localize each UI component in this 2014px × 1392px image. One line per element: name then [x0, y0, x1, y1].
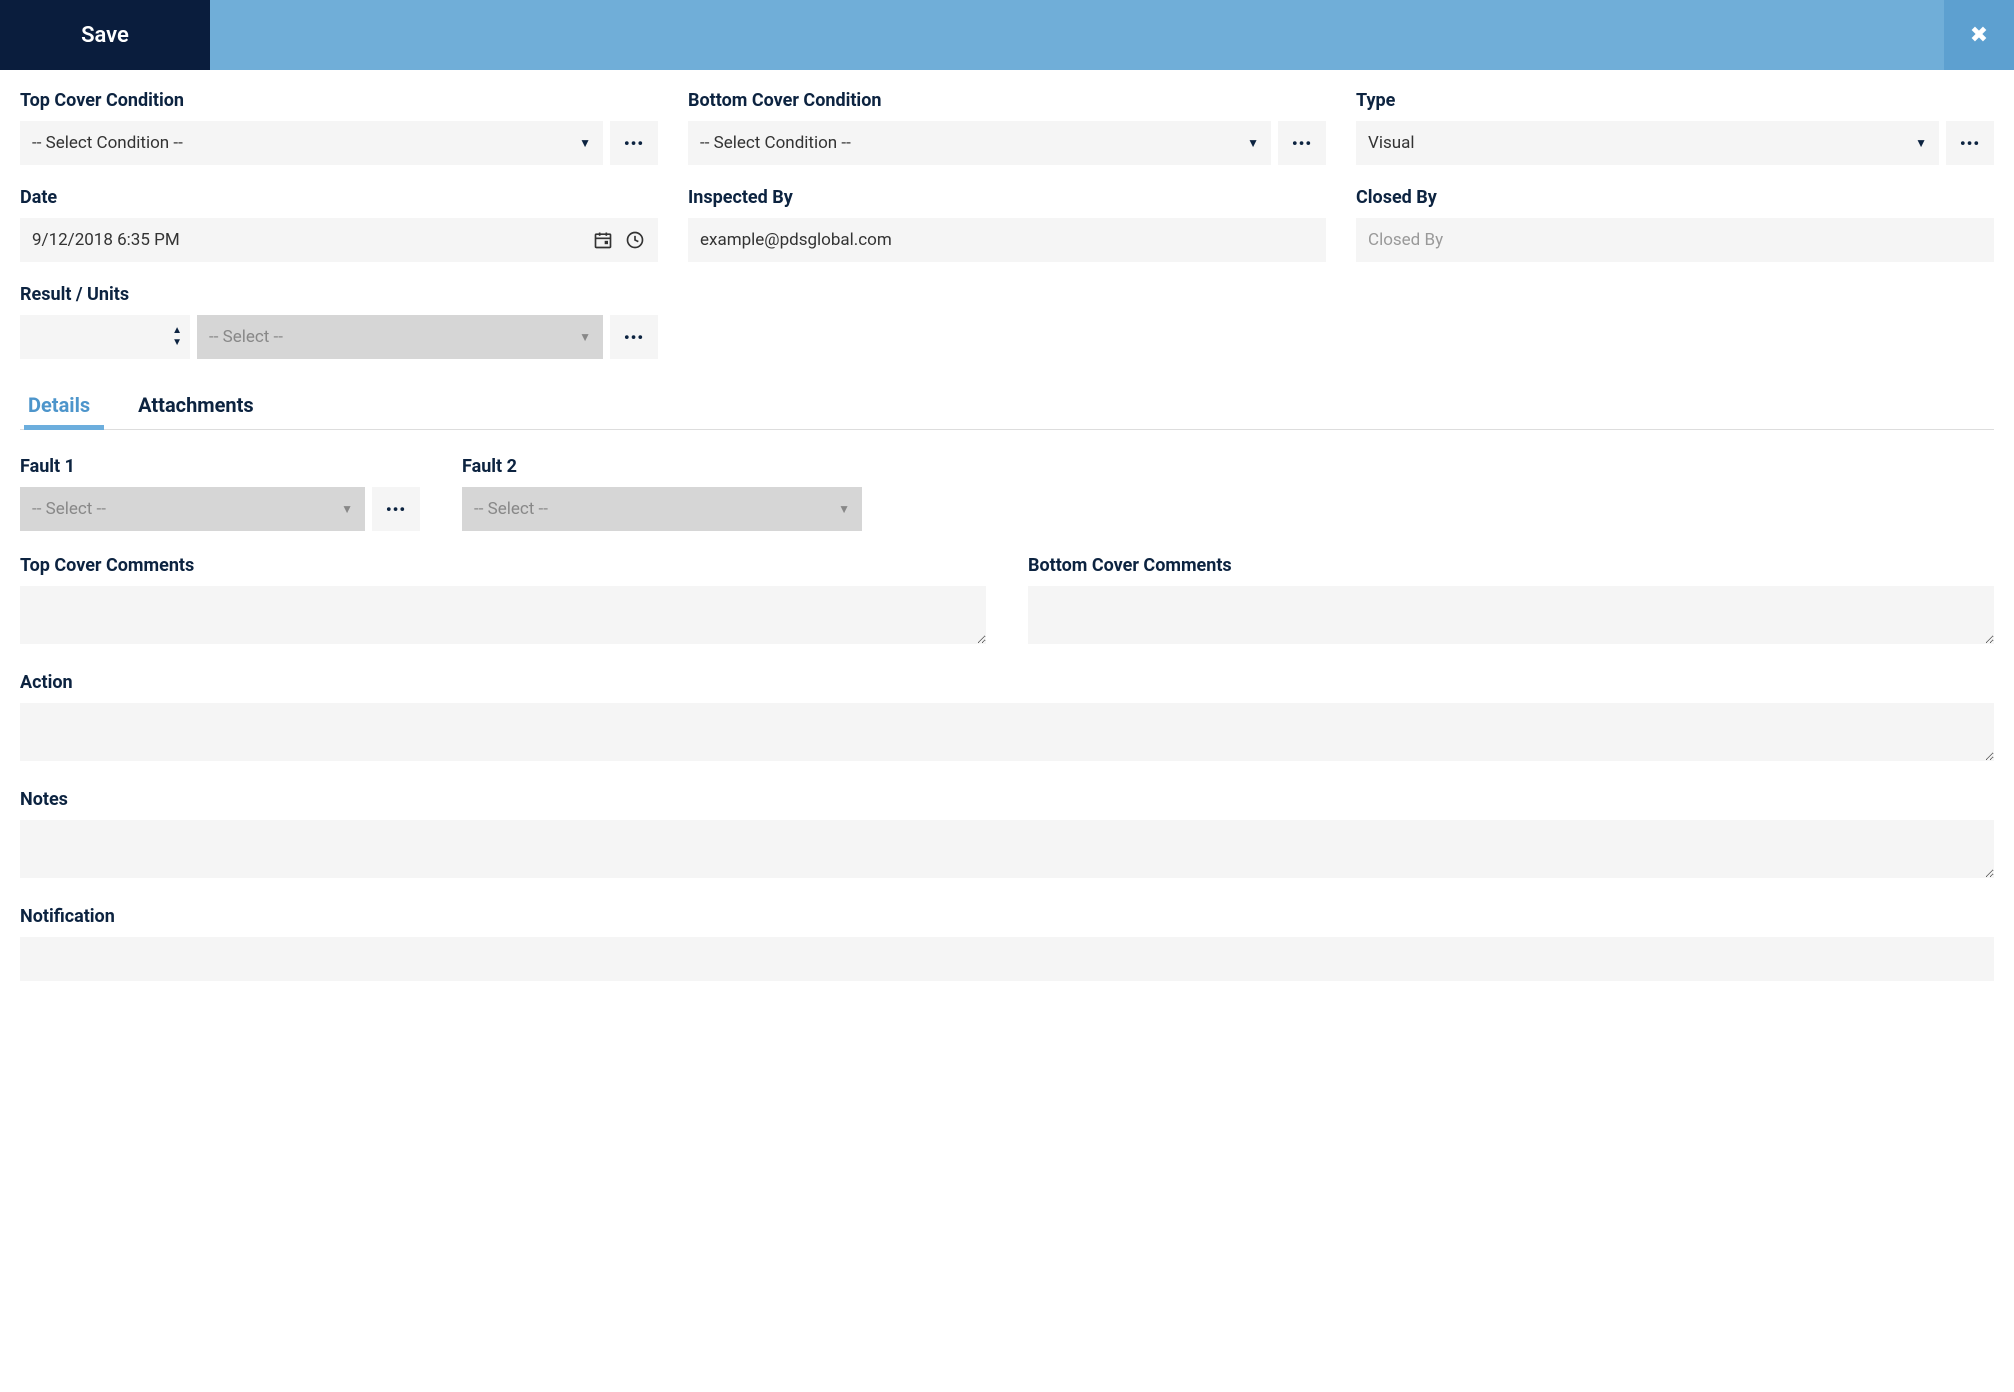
save-label: Save: [81, 23, 129, 48]
action-label: Action: [20, 672, 1994, 693]
type-more-button[interactable]: •••: [1946, 121, 1994, 165]
ellipsis-icon: •••: [386, 500, 406, 519]
select-value: -- Select Condition --: [32, 133, 579, 153]
field-inspected-by: Inspected By example@pdsglobal.com: [688, 187, 1326, 262]
row-3: Result / Units ▲ ▼ -- Select -- ▼ •••: [20, 284, 1994, 359]
date-input[interactable]: 9/12/2018 6:35 PM: [20, 218, 658, 262]
tabs: Details Attachments: [20, 381, 1994, 430]
notes-textarea[interactable]: [20, 820, 1994, 878]
header-bar: Save ✖: [0, 0, 2014, 70]
action-textarea[interactable]: [20, 703, 1994, 761]
save-button[interactable]: Save: [0, 0, 210, 70]
chevron-down-icon: ▼: [579, 136, 591, 150]
ellipsis-icon: •••: [1960, 134, 1980, 153]
ellipsis-icon: •••: [1292, 134, 1312, 153]
select-value: -- Select Condition --: [700, 133, 1247, 153]
notification-input[interactable]: [20, 937, 1994, 981]
closed-by-label: Closed By: [1356, 187, 1994, 208]
top-cover-comments-label: Top Cover Comments: [20, 555, 986, 576]
bottom-cover-condition-more-button[interactable]: •••: [1278, 121, 1326, 165]
type-select[interactable]: Visual ▼: [1356, 121, 1939, 165]
fault-1-select[interactable]: -- Select -- ▼: [20, 487, 365, 531]
date-icons: [592, 229, 646, 251]
close-icon: ✖: [1970, 23, 1988, 48]
select-value: -- Select --: [209, 327, 579, 347]
select-value: -- Select --: [32, 499, 341, 519]
field-bottom-cover-condition: Bottom Cover Condition -- Select Conditi…: [688, 90, 1326, 165]
spinner-up-icon[interactable]: ▲: [172, 326, 182, 336]
field-fault-2: Fault 2 -- Select -- ▼: [462, 456, 862, 531]
field-type: Type Visual ▼ •••: [1356, 90, 1994, 165]
select-value: Visual: [1368, 133, 1915, 153]
field-notification: Notification: [20, 906, 1994, 981]
date-label: Date: [20, 187, 658, 208]
notification-label: Notification: [20, 906, 1994, 927]
ellipsis-icon: •••: [624, 134, 644, 153]
row-2: Date 9/12/2018 6:35 PM Inspected By exam…: [20, 187, 1994, 262]
ellipsis-icon: •••: [624, 328, 644, 347]
close-button[interactable]: ✖: [1944, 0, 2014, 70]
fault-2-label: Fault 2: [462, 456, 862, 477]
chevron-down-icon: ▼: [838, 502, 850, 516]
field-bottom-cover-comments: Bottom Cover Comments: [1028, 555, 1994, 648]
chevron-down-icon: ▼: [1915, 136, 1927, 150]
date-value: 9/12/2018 6:35 PM: [32, 230, 574, 250]
bottom-cover-comments-label: Bottom Cover Comments: [1028, 555, 1994, 576]
closed-by-placeholder: Closed By: [1368, 230, 1443, 250]
top-cover-condition-label: Top Cover Condition: [20, 90, 658, 111]
faults-row: Fault 1 -- Select -- ▼ ••• Fault 2 -- Se…: [20, 456, 1994, 531]
chevron-down-icon: ▼: [341, 502, 353, 516]
field-top-cover-comments: Top Cover Comments: [20, 555, 986, 648]
header-spacer: [210, 0, 1944, 70]
inspected-by-label: Inspected By: [688, 187, 1326, 208]
spacer-col-2: [1356, 284, 1994, 359]
field-closed-by: Closed By Closed By: [1356, 187, 1994, 262]
calendar-icon[interactable]: [592, 229, 614, 251]
field-notes: Notes: [20, 789, 1994, 882]
spacer-col: [688, 284, 1326, 359]
tab-attachments-label: Attachments: [138, 393, 254, 417]
tab-attachments[interactable]: Attachments: [134, 381, 258, 429]
form-area: Top Cover Condition -- Select Condition …: [0, 70, 2014, 1025]
inspected-by-input[interactable]: example@pdsglobal.com: [688, 218, 1326, 262]
select-value: -- Select --: [474, 499, 838, 519]
clock-icon[interactable]: [624, 229, 646, 251]
field-date: Date 9/12/2018 6:35 PM: [20, 187, 658, 262]
field-action: Action: [20, 672, 1994, 765]
bottom-cover-condition-select[interactable]: -- Select Condition -- ▼: [688, 121, 1271, 165]
chevron-down-icon: ▼: [1247, 136, 1259, 150]
bottom-cover-comments-textarea[interactable]: [1028, 586, 1994, 644]
notes-label: Notes: [20, 789, 1994, 810]
tab-details[interactable]: Details: [24, 381, 94, 429]
units-more-button[interactable]: •••: [610, 315, 658, 359]
fault-1-more-button[interactable]: •••: [372, 487, 420, 531]
comments-row: Top Cover Comments Bottom Cover Comments: [20, 555, 1994, 648]
spinner-arrows: ▲ ▼: [172, 326, 182, 348]
units-select[interactable]: -- Select -- ▼: [197, 315, 603, 359]
top-cover-condition-more-button[interactable]: •••: [610, 121, 658, 165]
result-number-input[interactable]: ▲ ▼: [20, 315, 190, 359]
inspected-by-value: example@pdsglobal.com: [700, 230, 892, 250]
top-cover-condition-select[interactable]: -- Select Condition -- ▼: [20, 121, 603, 165]
field-fault-1: Fault 1 -- Select -- ▼ •••: [20, 456, 420, 531]
result-units-label: Result / Units: [20, 284, 658, 305]
closed-by-input[interactable]: Closed By: [1356, 218, 1994, 262]
spinner-down-icon[interactable]: ▼: [172, 338, 182, 348]
fault-1-label: Fault 1: [20, 456, 420, 477]
tab-details-label: Details: [28, 393, 90, 417]
field-top-cover-condition: Top Cover Condition -- Select Condition …: [20, 90, 658, 165]
bottom-cover-condition-label: Bottom Cover Condition: [688, 90, 1326, 111]
top-cover-comments-textarea[interactable]: [20, 586, 986, 644]
row-1: Top Cover Condition -- Select Condition …: [20, 90, 1994, 165]
field-result-units: Result / Units ▲ ▼ -- Select -- ▼ •••: [20, 284, 658, 359]
fault-2-select[interactable]: -- Select -- ▼: [462, 487, 862, 531]
type-label: Type: [1356, 90, 1994, 111]
chevron-down-icon: ▼: [579, 330, 591, 344]
